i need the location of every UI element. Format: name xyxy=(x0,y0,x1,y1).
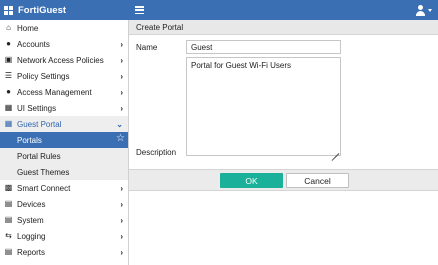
sliders-icon: ☰ xyxy=(4,71,13,80)
form-action-bar: OK Cancel xyxy=(129,169,438,191)
description-label: Description xyxy=(136,148,177,157)
system-icon: ▤ xyxy=(4,215,13,224)
page-title: Create Portal xyxy=(129,20,438,35)
sidebar-item-label: Smart Connect xyxy=(17,183,71,193)
sidebar-subitem-label: Portal Rules xyxy=(17,151,61,161)
sidebar-item-system[interactable]: ▤ System › xyxy=(0,212,128,228)
chevron-down-icon: ⌄ xyxy=(116,120,123,129)
star-icon[interactable]: ☆ xyxy=(116,134,125,144)
app-logo[interactable]: FortiGuest xyxy=(0,0,129,20)
sidebar-item-network-access-policies[interactable]: ▣ Network Access Policies › xyxy=(0,52,128,68)
name-input[interactable]: Guest xyxy=(186,40,341,54)
chevron-right-icon: › xyxy=(120,104,123,113)
name-input-value: Guest xyxy=(191,42,213,52)
sidebar: ⌂ Home ● Accounts › ▣ Network Access Pol… xyxy=(0,20,129,265)
sidebar-item-label: Home xyxy=(17,23,39,33)
sidebar-item-accounts[interactable]: ● Accounts › xyxy=(0,36,128,52)
resize-handle-icon[interactable] xyxy=(331,146,340,161)
sidebar-subitem-label: Guest Themes xyxy=(17,167,70,177)
sidebar-item-access-management[interactable]: ● Access Management › xyxy=(0,84,128,100)
name-label: Name xyxy=(136,43,158,52)
chevron-right-icon: › xyxy=(120,248,123,257)
chevron-right-icon: › xyxy=(120,56,123,65)
sidebar-item-label: Accounts xyxy=(17,39,50,49)
sidebar-item-label: Policy Settings xyxy=(17,71,70,81)
fortinet-logo-icon xyxy=(4,5,14,15)
sidebar-item-logging[interactable]: ⇆ Logging › xyxy=(0,228,128,244)
chevron-right-icon: › xyxy=(120,88,123,97)
sidebar-subitem-portal-rules[interactable]: Portal Rules xyxy=(0,148,128,164)
sidebar-item-devices[interactable]: ▤ Devices › xyxy=(0,196,128,212)
sidebar-item-label: Access Management xyxy=(17,87,92,97)
sidebar-item-label: System xyxy=(17,215,44,225)
chevron-right-icon: › xyxy=(120,72,123,81)
reports-icon: ▤ xyxy=(4,247,13,256)
user-menu-button[interactable] xyxy=(415,4,432,16)
ui-settings-icon: ▦ xyxy=(4,103,13,112)
sidebar-subitem-label: Portals xyxy=(17,135,42,145)
portal-icon: ▦ xyxy=(4,119,13,128)
cancel-button[interactable]: Cancel xyxy=(286,173,349,188)
logging-icon: ⇆ xyxy=(5,231,12,240)
sidebar-item-policy-settings[interactable]: ☰ Policy Settings › xyxy=(0,68,128,84)
sidebar-item-label: UI Settings xyxy=(17,103,57,113)
devices-icon: ▤ xyxy=(4,199,13,208)
sidebar-item-smart-connect[interactable]: ▩ Smart Connect › xyxy=(0,180,128,196)
top-bar: FortiGuest xyxy=(0,0,438,20)
sidebar-subitem-guest-themes[interactable]: Guest Themes xyxy=(0,164,128,180)
smart-connect-icon: ▩ xyxy=(4,183,13,192)
caret-down-icon xyxy=(428,8,432,12)
hamburger-menu-icon[interactable] xyxy=(135,6,144,14)
main-content: Create Portal Name Guest Portal for Gues… xyxy=(129,20,438,265)
home-icon: ⌂ xyxy=(6,23,11,32)
chevron-right-icon: › xyxy=(120,200,123,209)
description-textarea[interactable]: Portal for Guest Wi-Fi Users xyxy=(186,57,341,161)
sidebar-item-label: Reports xyxy=(17,247,46,257)
user-icon xyxy=(415,4,426,16)
sidebar-item-label: Logging xyxy=(17,231,46,241)
chevron-right-icon: › xyxy=(120,232,123,241)
chevron-right-icon: › xyxy=(120,40,123,49)
sidebar-item-ui-settings[interactable]: ▦ UI Settings › xyxy=(0,100,128,116)
sidebar-item-label: Guest Portal xyxy=(17,119,62,129)
sidebar-item-label: Network Access Policies xyxy=(17,55,104,65)
sidebar-item-guest-portal[interactable]: ▦ Guest Portal ⌄ xyxy=(0,116,128,132)
chevron-right-icon: › xyxy=(120,216,123,225)
description-value: Portal for Guest Wi-Fi Users xyxy=(191,61,292,70)
sidebar-item-reports[interactable]: ▤ Reports › xyxy=(0,244,128,260)
user-icon: ● xyxy=(6,39,11,48)
network-icon: ▣ xyxy=(4,55,13,64)
app-title: FortiGuest xyxy=(18,4,67,16)
access-icon: ● xyxy=(6,87,11,96)
sidebar-item-home[interactable]: ⌂ Home xyxy=(0,20,128,36)
ok-button[interactable]: OK xyxy=(220,173,283,188)
sidebar-item-label: Devices xyxy=(17,199,46,209)
chevron-right-icon: › xyxy=(120,184,123,193)
sidebar-subitem-portals[interactable]: Portals ☆ xyxy=(0,132,128,148)
